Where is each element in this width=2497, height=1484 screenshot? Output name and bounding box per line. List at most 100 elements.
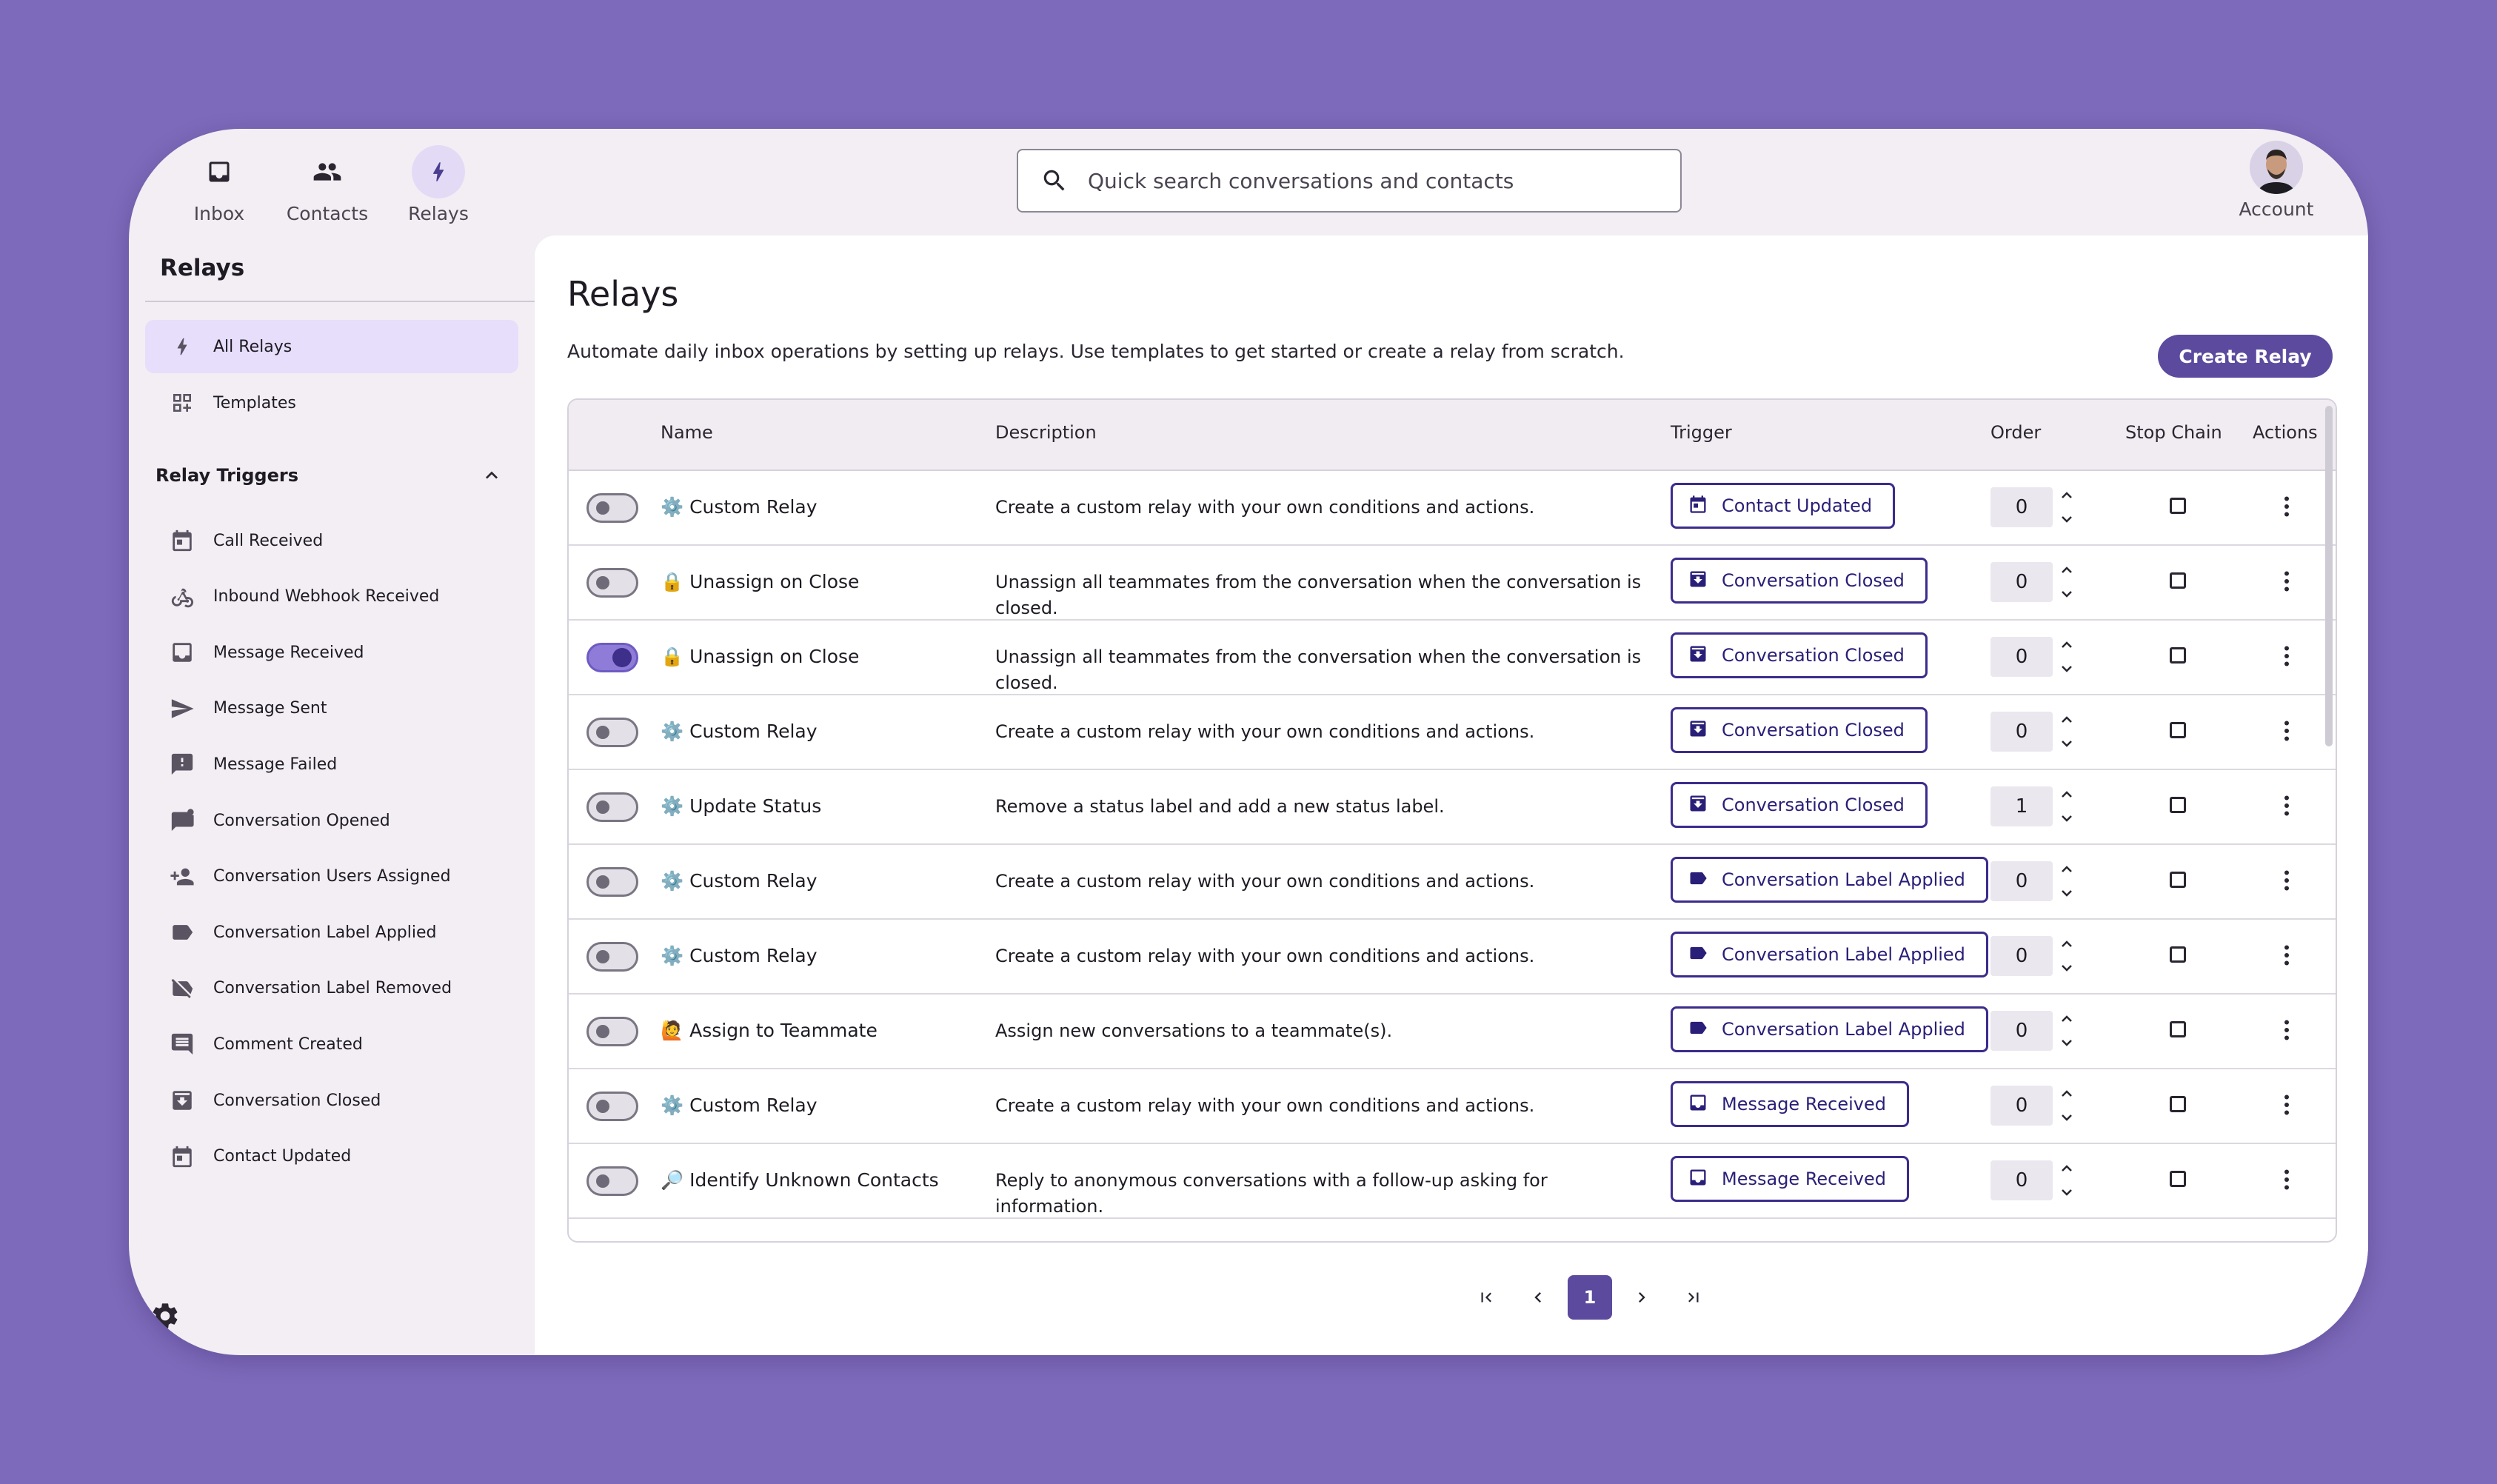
- table-row[interactable]: ⚙️ Custom Relay Create a custom relay wit…: [569, 469, 2336, 546]
- trigger-chip[interactable]: Conversation Label Applied: [1671, 932, 1988, 977]
- relay-enabled-toggle[interactable]: [586, 568, 638, 598]
- sidebar-trigger-item[interactable]: Contact Updated: [145, 1130, 518, 1183]
- relay-name[interactable]: ⚙️ Update Status: [661, 795, 821, 818]
- relay-name[interactable]: 🔎 Identify Unknown Contacts: [661, 1169, 939, 1191]
- table-row[interactable]: ⚙️ Custom Relay Create a custom relay wit…: [569, 918, 2336, 995]
- sidebar-trigger-item[interactable]: Call Received: [145, 514, 518, 567]
- stop-chain-checkbox[interactable]: [2170, 572, 2186, 589]
- trigger-chip[interactable]: Conversation Closed: [1671, 782, 1928, 828]
- order-stepper[interactable]: [2059, 786, 2075, 829]
- relay-name[interactable]: 🔒 Unassign on Close: [661, 571, 859, 593]
- table-row[interactable]: ⚙️ Update Status Remove a status label an…: [569, 769, 2336, 845]
- relay-enabled-toggle[interactable]: [586, 718, 638, 747]
- order-stepper[interactable]: [2059, 637, 2075, 680]
- sidebar-trigger-item[interactable]: Conversation Label Applied: [145, 906, 518, 959]
- order-input[interactable]: 0: [1990, 936, 2053, 976]
- relay-enabled-toggle[interactable]: [586, 643, 638, 672]
- relay-name[interactable]: ⚙️ Custom Relay: [661, 870, 818, 892]
- trigger-chip[interactable]: Message Received: [1671, 1156, 1910, 1202]
- more-actions-icon[interactable]: [2273, 866, 2300, 898]
- table-row[interactable]: ⚙️ Custom Relay Create a custom relay wit…: [569, 694, 2336, 770]
- order-input[interactable]: 0: [1990, 1086, 2053, 1126]
- relay-name[interactable]: ⚙️ Custom Relay: [661, 1094, 818, 1117]
- more-actions-icon[interactable]: [2273, 566, 2300, 599]
- order-stepper[interactable]: [2059, 936, 2075, 979]
- stop-chain-checkbox[interactable]: [2170, 872, 2186, 888]
- order-input[interactable]: 0: [1990, 487, 2053, 527]
- search-bar[interactable]: [1017, 149, 1682, 213]
- create-relay-button[interactable]: Create Relay: [2158, 335, 2333, 378]
- more-actions-icon[interactable]: [2273, 1165, 2300, 1197]
- sidebar-trigger-item[interactable]: Inbound Webhook Received: [145, 570, 518, 624]
- order-stepper[interactable]: [2059, 712, 2075, 755]
- table-row[interactable]: ⚙️ Custom Relay Create a custom relay wit…: [569, 843, 2336, 920]
- page-button-current[interactable]: 1: [1568, 1275, 1612, 1320]
- order-stepper[interactable]: [2059, 1011, 2075, 1054]
- sidebar-trigger-item[interactable]: Conversation Opened: [145, 794, 518, 847]
- table-row[interactable]: 🔒 Unassign on Close Unassign all teammate…: [569, 619, 2336, 695]
- trigger-chip[interactable]: Conversation Closed: [1671, 632, 1928, 678]
- stop-chain-checkbox[interactable]: [2170, 1096, 2186, 1112]
- stop-chain-checkbox[interactable]: [2170, 946, 2186, 963]
- relay-enabled-toggle[interactable]: [586, 1092, 638, 1121]
- relay-enabled-toggle[interactable]: [586, 1017, 638, 1046]
- nav-contacts[interactable]: Contacts: [275, 145, 379, 224]
- sidebar-trigger-item[interactable]: Conversation Label Removed: [145, 962, 518, 1015]
- search-input[interactable]: [1086, 167, 1652, 194]
- table-row[interactable]: 🔒 Unassign on Close Unassign all teammate…: [569, 544, 2336, 621]
- account-button[interactable]: Account: [2232, 141, 2321, 220]
- relay-enabled-toggle[interactable]: [586, 493, 638, 523]
- order-stepper[interactable]: [2059, 861, 2075, 904]
- relay-name[interactable]: ⚙️ Custom Relay: [661, 721, 818, 743]
- trigger-chip[interactable]: Conversation Closed: [1671, 558, 1928, 604]
- trigger-chip[interactable]: Conversation Label Applied: [1671, 1006, 1988, 1052]
- more-actions-icon[interactable]: [2273, 641, 2300, 674]
- sidebar-trigger-item[interactable]: Conversation Users Assigned: [145, 850, 518, 903]
- gear-icon[interactable]: [150, 1300, 181, 1334]
- sidebar-trigger-item[interactable]: Conversation Closed: [145, 1074, 518, 1127]
- column-header-stop-chain[interactable]: Stop Chain: [2125, 422, 2222, 443]
- table-row[interactable]: ⚙️ Custom Relay Create a custom relay wit…: [569, 1068, 2336, 1144]
- sidebar-trigger-item[interactable]: Message Sent: [145, 682, 518, 735]
- relay-enabled-toggle[interactable]: [586, 867, 638, 897]
- more-actions-icon[interactable]: [2273, 1090, 2300, 1123]
- chevron-up-icon[interactable]: [480, 464, 504, 487]
- stop-chain-checkbox[interactable]: [2170, 722, 2186, 738]
- column-header-description[interactable]: Description: [995, 422, 1097, 443]
- trigger-chip[interactable]: Message Received: [1671, 1081, 1910, 1127]
- relay-name[interactable]: ⚙️ Custom Relay: [661, 945, 818, 967]
- sidebar-trigger-item[interactable]: Comment Created: [145, 1017, 518, 1071]
- table-scrollbar[interactable]: [2325, 406, 2333, 746]
- relay-name[interactable]: 🔒 Unassign on Close: [661, 646, 859, 668]
- stop-chain-checkbox[interactable]: [2170, 1171, 2186, 1187]
- table-row[interactable]: 🔎 Identify Unknown Contacts Reply to anon…: [569, 1143, 2336, 1219]
- next-page-button[interactable]: [1619, 1275, 1664, 1320]
- sidebar-trigger-item[interactable]: Message Failed: [145, 738, 518, 791]
- trigger-chip[interactable]: Conversation Closed: [1671, 707, 1928, 753]
- column-header-name[interactable]: Name: [661, 422, 713, 443]
- order-stepper[interactable]: [2059, 487, 2075, 530]
- more-actions-icon[interactable]: [2273, 1015, 2300, 1048]
- order-input[interactable]: 0: [1990, 861, 2053, 901]
- relay-name[interactable]: ⚙️ Custom Relay: [661, 496, 818, 518]
- order-input[interactable]: 0: [1990, 562, 2053, 602]
- relay-name[interactable]: 🙋 Assign to Teammate: [661, 1020, 878, 1042]
- more-actions-icon[interactable]: [2273, 940, 2300, 973]
- order-input[interactable]: 0: [1990, 637, 2053, 677]
- stop-chain-checkbox[interactable]: [2170, 498, 2186, 514]
- prev-page-button[interactable]: [1516, 1275, 1560, 1320]
- order-input[interactable]: 0: [1990, 1011, 2053, 1051]
- sidebar-item-all-relays[interactable]: All Relays: [145, 320, 518, 373]
- first-page-button[interactable]: [1464, 1275, 1508, 1320]
- order-input[interactable]: 0: [1990, 712, 2053, 752]
- table-row[interactable]: 🙋 Assign to Teammate Assign new conversat…: [569, 993, 2336, 1069]
- sidebar-item-templates[interactable]: Templates: [145, 376, 518, 430]
- order-input[interactable]: 1: [1990, 786, 2053, 826]
- relay-enabled-toggle[interactable]: [586, 942, 638, 972]
- column-header-trigger[interactable]: Trigger: [1671, 422, 1732, 443]
- trigger-chip[interactable]: Contact Updated: [1671, 483, 1896, 529]
- nav-relays[interactable]: Relays: [387, 145, 490, 224]
- trigger-chip[interactable]: Conversation Label Applied: [1671, 857, 1988, 903]
- nav-inbox[interactable]: Inbox: [167, 145, 271, 224]
- order-stepper[interactable]: [2059, 1160, 2075, 1203]
